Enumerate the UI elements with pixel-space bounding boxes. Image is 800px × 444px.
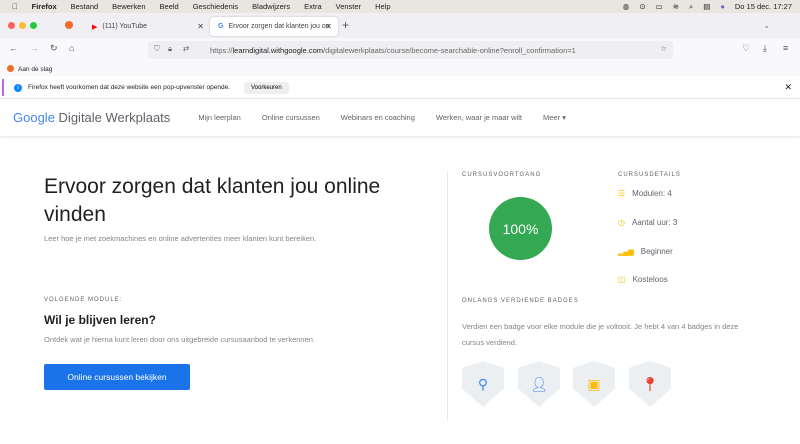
webpage: Google Digitale Werkplaats Mijn leerplan… <box>0 98 800 444</box>
nav-webinars[interactable]: Webinars en coaching <box>341 113 415 122</box>
tab-list-chevron-icon[interactable]: ⌄ <box>763 21 770 30</box>
course-subtitle: Leer hoe je met zoekmachines en online a… <box>44 234 317 243</box>
badge-search-icon[interactable]: ⚲ <box>462 361 504 407</box>
view-online-courses-button[interactable]: Online cursussen bekijken <box>44 364 190 390</box>
list-icon: ☰ <box>618 189 626 198</box>
download-icon[interactable]: ⤓ <box>763 43 767 54</box>
next-module-label: VOLGENDE MODULE: <box>44 297 123 303</box>
tab-label: Ervoor zorgen dat klanten jou on <box>228 23 330 30</box>
zoom-window-button[interactable] <box>30 22 37 29</box>
detail-text: Kosteloos <box>632 275 668 284</box>
google-icon: G <box>218 23 224 30</box>
logo-text: Digitale Werkplaats <box>58 110 171 125</box>
nav-werken[interactable]: Werken, waar je maar wilt <box>436 113 522 122</box>
clock-icon: ◷ <box>618 218 625 227</box>
detail-text: Beginner <box>640 247 673 256</box>
google-wordmark: Google <box>13 110 55 125</box>
detail-level: ▂▄▆ Beginner <box>618 247 673 256</box>
play-icon[interactable]: ⊙ <box>639 2 645 11</box>
nav-meer[interactable]: Meer ▾ <box>543 113 566 122</box>
menu-help[interactable]: Help <box>375 2 390 11</box>
details-label: CURSUSDETAILS <box>618 172 681 178</box>
reload-icon[interactable]: ↻ <box>50 43 58 54</box>
coins-icon: ◫ <box>618 275 626 284</box>
firefox-tab-icon[interactable] <box>65 21 73 29</box>
nav-mijn-leerplan[interactable]: Mijn leerplan <box>198 113 241 122</box>
clock[interactable]: Do 15 dec. 17:27 <box>735 2 792 11</box>
close-window-button[interactable] <box>8 22 15 29</box>
close-notification-icon[interactable]: ✕ <box>784 82 792 93</box>
permissions-icon[interactable]: ⇄ <box>183 44 189 53</box>
shield-icon[interactable]: ⛉ <box>154 44 160 54</box>
tab-youtube[interactable]: ▶ (111) YouTube ✕ <box>84 17 210 36</box>
popup-blocked-notification: i Firefox heeft voorkomen dat deze websi… <box>2 79 798 96</box>
macos-menubar:  Firefox Bestand Bewerken Beeld Geschie… <box>0 0 800 13</box>
apple-icon[interactable]:  <box>12 2 18 11</box>
control-center-icon[interactable]: ▤ <box>703 2 710 11</box>
battery-icon[interactable]: ▭ <box>656 2 663 11</box>
wifi-icon[interactable]: ≋ <box>673 2 679 11</box>
site-header: Google Digitale Werkplaats Mijn leerplan… <box>0 99 800 136</box>
pocket-icon[interactable]: ♡ <box>742 43 750 54</box>
detail-text: Modulen: 4 <box>632 189 672 198</box>
back-icon[interactable]: ← <box>9 43 18 53</box>
close-tab-icon[interactable]: ✕ <box>325 22 332 31</box>
lock-icon[interactable]: 🔒︎ <box>168 44 172 54</box>
nav-meer-label: Meer <box>543 113 561 122</box>
menu-bestand[interactable]: Bestand <box>71 2 99 11</box>
url-path: /digitalewerkplaats/course/become-search… <box>322 45 576 55</box>
divider <box>447 171 448 421</box>
site-logo[interactable]: Google Digitale Werkplaats <box>13 110 170 125</box>
menu-bladwijzers[interactable]: Bladwijzers <box>252 2 290 11</box>
menu-geschiedenis[interactable]: Geschiedenis <box>193 2 238 11</box>
firefox-icon <box>7 65 14 72</box>
detail-modules: ☰ Modulen: 4 <box>618 189 672 198</box>
bookmarks-bar: Aan de slag <box>0 62 800 76</box>
badge-ad-icon[interactable]: ▣ <box>573 361 615 407</box>
detail-price: ◫ Kosteloos <box>618 275 668 284</box>
search-icon[interactable]: ⌕ <box>689 2 693 12</box>
youtube-icon: ▶ <box>92 23 98 31</box>
tab-course[interactable]: G Ervoor zorgen dat klanten jou on ✕ <box>210 17 338 36</box>
minimize-window-button[interactable] <box>19 22 26 29</box>
url-prefix: https:// <box>210 45 233 55</box>
badges-text: Verdien een badge voor elke module die j… <box>462 322 739 347</box>
url-domain: learndigital.withgoogle.com <box>232 45 323 55</box>
progress-circle: 100% <box>489 197 552 260</box>
menu-beeld[interactable]: Beeld <box>160 2 179 11</box>
siri-icon[interactable]: ● <box>720 2 725 11</box>
next-module-title: Wil je blijven leren? <box>44 313 156 327</box>
menu-icon[interactable]: ≡ <box>783 43 788 53</box>
course-title: Ervoor zorgen dat klanten jou online vin… <box>44 175 381 226</box>
url-bar[interactable]: ⛉ 🔒︎ ⇄ https://learndigital.withgoogle.c… <box>148 41 673 59</box>
progress-label: CURSUSVOORTGANG <box>462 172 542 178</box>
status-icon[interactable]: ◍ <box>623 2 630 11</box>
menu-app[interactable]: Firefox <box>32 2 57 11</box>
badge-audience-icon[interactable]: 👤︎ <box>518 361 560 407</box>
level-bars-icon: ▂▄▆ <box>618 248 634 256</box>
menu-venster[interactable]: Venster <box>336 2 361 11</box>
next-module-text: Ontdek wat je hierna kunt leren door ons… <box>44 335 316 344</box>
notification-text: Firefox heeft voorkomen dat deze website… <box>28 84 230 91</box>
close-tab-icon[interactable]: ✕ <box>197 22 204 31</box>
detail-text: Aantal uur: 3 <box>631 218 678 227</box>
preferences-button[interactable]: Voorkeuren <box>244 81 289 94</box>
forward-icon[interactable]: → <box>30 43 39 53</box>
info-icon: i <box>14 83 22 92</box>
detail-hours: ◷ Aantal uur: 3 <box>618 218 677 227</box>
nav-online-cursussen[interactable]: Online cursussen <box>262 113 320 122</box>
caret-down-icon: ▾ <box>562 113 566 122</box>
new-tab-button[interactable]: + <box>342 18 349 32</box>
menu-bewerken[interactable]: Bewerken <box>112 2 145 11</box>
menu-extra[interactable]: Extra <box>304 2 322 11</box>
tab-bar: ▶ (111) YouTube ✕ G Ervoor zorgen dat kl… <box>0 13 800 38</box>
bookmark-star-icon[interactable]: ☆ <box>660 44 667 53</box>
home-icon[interactable]: ⌂ <box>69 43 74 53</box>
badges-label: ONLANGS VERDIENDE BADGES <box>462 298 579 304</box>
navigation-bar: ← → ↻ ⌂ ⛉ 🔒︎ ⇄ https://learndigital.with… <box>0 38 800 62</box>
tab-label: (111) YouTube <box>102 23 148 30</box>
badge-location-icon[interactable]: 📍︎ <box>629 361 671 407</box>
bookmark-aan-de-slag[interactable]: Aan de slag <box>18 66 52 73</box>
